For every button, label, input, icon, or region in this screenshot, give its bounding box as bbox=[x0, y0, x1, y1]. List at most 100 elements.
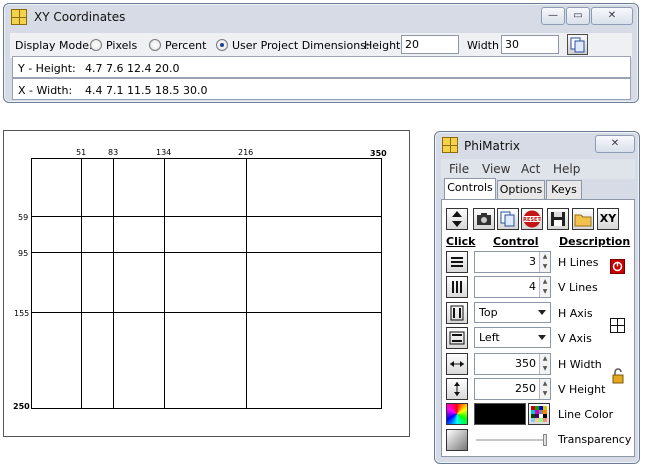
maximize-button[interactable]: ▭ bbox=[566, 7, 590, 25]
copy-icon[interactable] bbox=[567, 34, 588, 55]
phimatrix-window: PhiMatrix ✕ File View Act Help Controls … bbox=[434, 131, 640, 464]
transparency-icon[interactable] bbox=[446, 429, 468, 451]
chevron-down-icon bbox=[538, 335, 546, 340]
grid-toggle-icon[interactable] bbox=[610, 318, 625, 333]
reset-icon[interactable]: RESET bbox=[521, 208, 543, 230]
width-input[interactable]: 30 bbox=[501, 35, 559, 54]
color-palette-icon[interactable] bbox=[528, 403, 550, 425]
v-height-icon[interactable] bbox=[446, 378, 468, 400]
h-lines-value: 3 bbox=[529, 255, 536, 268]
window-title: XY Coordinates bbox=[34, 10, 126, 24]
pixels-radio-label[interactable]: Pixels bbox=[106, 39, 137, 52]
v-lines-icon[interactable] bbox=[446, 276, 468, 298]
width-label: Width bbox=[467, 39, 499, 52]
menu-help[interactable]: Help bbox=[553, 162, 580, 176]
pixels-radio[interactable] bbox=[90, 39, 102, 51]
x-width-values: 4.4 7.1 11.5 18.5 30.0 bbox=[85, 84, 208, 97]
copy-icon[interactable] bbox=[497, 208, 519, 230]
close-button[interactable]: ✕ bbox=[591, 7, 633, 25]
window-title: PhiMatrix bbox=[464, 139, 520, 153]
description-header: Description bbox=[559, 235, 631, 248]
v-height-description: V Height bbox=[558, 383, 606, 396]
up-down-arrows-icon[interactable] bbox=[446, 208, 468, 230]
menu-file[interactable]: File bbox=[449, 162, 469, 176]
phimatrix-app-icon bbox=[11, 9, 27, 25]
h-width-spin-arrows[interactable]: ▲ ▼ bbox=[539, 354, 550, 374]
camera-icon[interactable] bbox=[473, 208, 495, 230]
x-tick-label: 51 bbox=[76, 148, 86, 157]
display-mode-label: Display Mode: bbox=[15, 39, 93, 52]
xy-coordinates-button[interactable]: XY bbox=[597, 208, 619, 230]
x-width-row: X - Width: 4.4 7.1 11.5 18.5 30.0 bbox=[12, 78, 631, 100]
v-lines-value: 4 bbox=[529, 280, 536, 293]
h-axis-value: Top bbox=[479, 306, 498, 319]
save-icon[interactable] bbox=[547, 208, 569, 230]
v-axis-value: Left bbox=[479, 331, 500, 344]
h-axis-select[interactable]: Top bbox=[474, 302, 551, 323]
y-height-label: Y - Height: bbox=[18, 62, 76, 75]
menu-bar: File View Act Help bbox=[441, 159, 635, 179]
h-axis-icon[interactable] bbox=[446, 302, 468, 324]
h-lines-description: H Lines bbox=[558, 256, 599, 269]
h-lines-icon[interactable] bbox=[446, 251, 468, 273]
y-tick-label: 155 bbox=[14, 309, 29, 318]
phimatrix-app-icon bbox=[442, 137, 458, 153]
tab-keys[interactable]: Keys bbox=[546, 180, 582, 199]
menu-view[interactable]: View bbox=[482, 162, 510, 176]
h-width-icon[interactable] bbox=[446, 353, 468, 375]
transparency-description: Transparency bbox=[558, 433, 632, 446]
click-header: Click bbox=[446, 235, 476, 248]
lock-open-icon[interactable] bbox=[612, 368, 626, 384]
x-width-label: X - Width: bbox=[18, 84, 73, 97]
x-tick-label: 134 bbox=[156, 148, 171, 157]
v-height-value: 250 bbox=[515, 382, 536, 395]
y-tick-label: 250 bbox=[13, 402, 30, 411]
user-project-dimensions-label[interactable]: User Project Dimensions: bbox=[232, 39, 370, 52]
x-tick-label: 350 bbox=[370, 149, 387, 158]
v-height-spin-arrows[interactable]: ▲ ▼ bbox=[539, 379, 550, 399]
grid-canvas[interactable]: 51 83 134 216 350 59 95 155 250 bbox=[3, 130, 410, 437]
controls-tab-panel: RESET XY Click Control Description 3 ▲ ▼ … bbox=[441, 199, 635, 457]
open-folder-icon[interactable] bbox=[572, 208, 594, 230]
height-input[interactable]: 20 bbox=[401, 35, 459, 54]
v-lines-spin-arrows[interactable]: ▲ ▼ bbox=[539, 277, 550, 297]
v-lines-description: V Lines bbox=[558, 281, 598, 294]
grid-overlay: 51 83 134 216 350 59 95 155 250 bbox=[13, 148, 387, 411]
line-color-swatch[interactable] bbox=[474, 403, 526, 425]
transparency-slider[interactable] bbox=[474, 433, 550, 447]
chevron-down-icon bbox=[538, 310, 546, 315]
v-axis-select[interactable]: Left bbox=[474, 327, 551, 348]
h-lines-spin-arrows[interactable]: ▲ ▼ bbox=[539, 252, 550, 272]
display-mode-panel: Display Mode: Pixels Percent User Projec… bbox=[10, 33, 632, 58]
tab-controls[interactable]: Controls bbox=[444, 178, 496, 199]
percent-radio-label[interactable]: Percent bbox=[165, 39, 206, 52]
minimize-button[interactable]: — bbox=[541, 7, 565, 25]
h-axis-description: H Axis bbox=[558, 307, 593, 320]
color-wheel-icon[interactable] bbox=[446, 403, 468, 425]
y-height-row: Y - Height: 4.7 7.6 12.4 20.0 bbox=[12, 56, 631, 78]
h-width-stepper[interactable]: 350 ▲ ▼ bbox=[474, 353, 551, 375]
tab-options[interactable]: Options bbox=[497, 180, 545, 199]
percent-radio[interactable] bbox=[149, 39, 161, 51]
h-width-description: H Width bbox=[558, 358, 602, 371]
v-axis-description: V Axis bbox=[558, 332, 592, 345]
close-button[interactable]: ✕ bbox=[595, 135, 635, 153]
menu-act[interactable]: Act bbox=[521, 162, 540, 176]
stop-icon[interactable] bbox=[610, 259, 625, 274]
reset-label: RESET bbox=[523, 217, 541, 223]
x-tick-label: 216 bbox=[238, 148, 253, 157]
v-lines-stepper[interactable]: 4 ▲ ▼ bbox=[474, 276, 551, 298]
v-height-stepper[interactable]: 250 ▲ ▼ bbox=[474, 378, 551, 400]
line-color-description: Line Color bbox=[558, 408, 614, 421]
slider-thumb[interactable] bbox=[543, 434, 547, 446]
height-label: Height bbox=[364, 39, 401, 52]
v-axis-icon[interactable] bbox=[446, 327, 468, 349]
y-height-values: 4.7 7.6 12.4 20.0 bbox=[85, 62, 180, 75]
user-project-dimensions-radio[interactable] bbox=[216, 39, 228, 51]
slider-track bbox=[476, 439, 546, 441]
control-header: Control bbox=[493, 235, 539, 248]
h-width-value: 350 bbox=[515, 357, 536, 370]
y-tick-label: 95 bbox=[18, 249, 28, 258]
xy-coordinates-window: XY Coordinates — ▭ ✕ Display Mode: Pixel… bbox=[3, 3, 639, 103]
h-lines-stepper[interactable]: 3 ▲ ▼ bbox=[474, 251, 551, 273]
